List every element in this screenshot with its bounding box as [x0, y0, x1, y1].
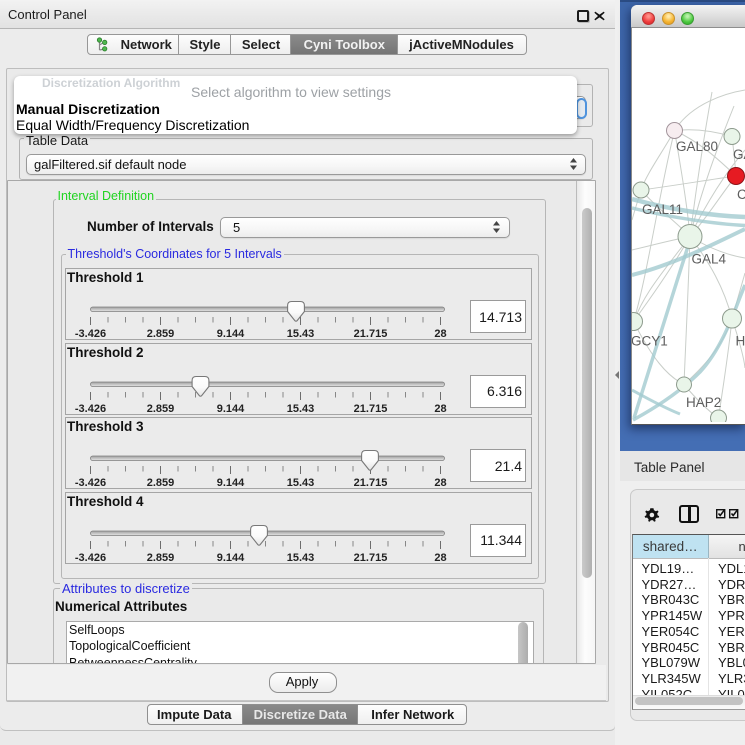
svg-text:9.144: 9.144	[216, 477, 244, 488]
svg-text:GAL80: GAL80	[676, 139, 718, 154]
svg-text:15.43: 15.43	[286, 477, 314, 488]
svg-text:21.715: 21.715	[353, 477, 387, 488]
svg-text:-3.426: -3.426	[74, 552, 105, 563]
svg-text:-3.426: -3.426	[74, 403, 105, 414]
svg-text:15.43: 15.43	[286, 328, 314, 339]
svg-text:HI: HI	[736, 334, 745, 349]
svg-text:15.43: 15.43	[286, 552, 314, 563]
svg-text:21.715: 21.715	[353, 403, 387, 414]
svg-text:GAL11: GAL11	[642, 202, 683, 217]
svg-text:GA: GA	[733, 147, 745, 162]
svg-text:15.43: 15.43	[286, 403, 314, 414]
svg-text:2.859: 2.859	[146, 403, 174, 414]
svg-text:21.715: 21.715	[353, 552, 387, 563]
svg-text:9.144: 9.144	[216, 552, 244, 563]
svg-text:21.715: 21.715	[353, 328, 387, 339]
svg-text:28: 28	[434, 328, 446, 339]
svg-text:9.144: 9.144	[216, 328, 244, 339]
svg-text:28: 28	[434, 552, 446, 563]
svg-text:2.859: 2.859	[146, 328, 174, 339]
svg-text:28: 28	[434, 477, 446, 488]
svg-text:2.859: 2.859	[146, 552, 174, 563]
svg-text:C: C	[737, 187, 745, 202]
svg-text:HAP2: HAP2	[686, 395, 721, 410]
svg-text:-3.426: -3.426	[74, 477, 105, 488]
svg-text:GCY1: GCY1	[632, 334, 668, 349]
svg-text:GAL4: GAL4	[692, 252, 727, 267]
svg-text:2.859: 2.859	[146, 477, 174, 488]
svg-text:28: 28	[434, 403, 446, 414]
svg-text:9.144: 9.144	[216, 403, 244, 414]
svg-text:-3.426: -3.426	[74, 328, 105, 339]
